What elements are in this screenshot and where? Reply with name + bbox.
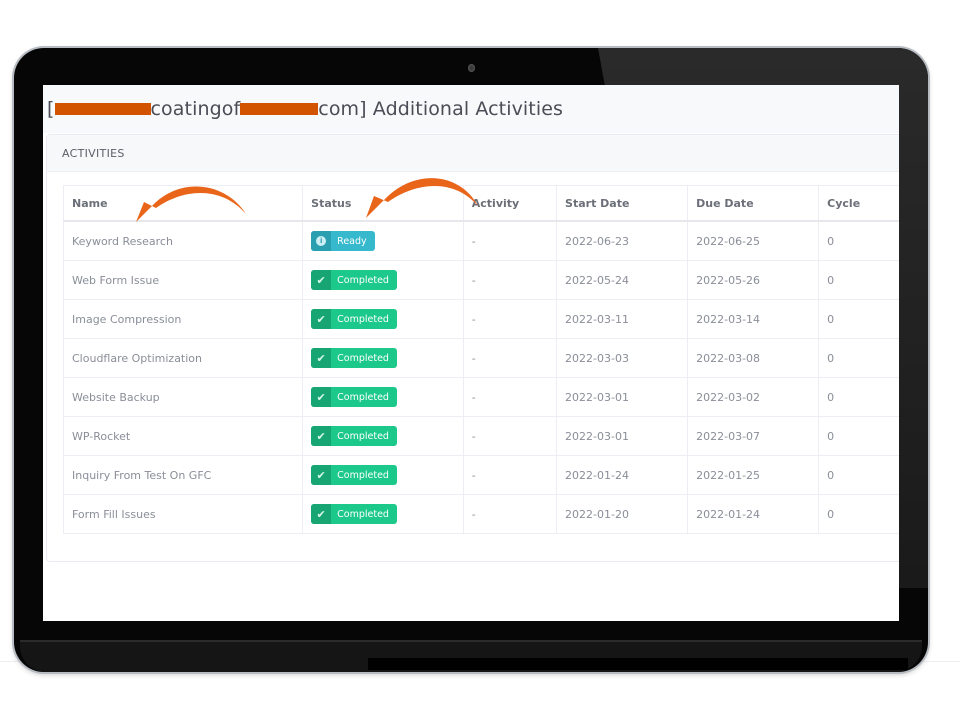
table-row[interactable]: Image Compression ✔ Completed -2022-03-11 20…: [62, 299, 899, 339]
cell-activity: -: [462, 377, 558, 417]
status-badge[interactable]: i Ready: [311, 231, 375, 251]
screen: [coatingof com] Additional Activities ACT…: [43, 85, 899, 621]
status-badge[interactable]: ✔ Completed: [311, 270, 397, 290]
table-row[interactable]: Cloudflare Optimization ✔ Completed -2022-0…: [62, 338, 899, 378]
cell-name[interactable]: Keyword Research: [62, 220, 304, 261]
cell-due-date: 2022-06-25: [687, 220, 820, 261]
cell-name[interactable]: Website Backup: [62, 377, 304, 417]
status-label: Completed: [337, 391, 389, 403]
cell-cycle: 0: [818, 455, 899, 495]
cell-cycle: 0: [818, 299, 899, 339]
column-header-cycle[interactable]: Cycle: [818, 185, 899, 222]
cell-status: ✔ Completed: [302, 416, 464, 456]
cell-name[interactable]: Cloudflare Optimization: [62, 338, 304, 378]
column-header-activity[interactable]: Activity: [462, 185, 558, 222]
cell-cycle: 0: [818, 260, 899, 300]
cell-activity: -: [462, 455, 558, 495]
column-header-status[interactable]: Status: [302, 185, 464, 222]
cell-cycle: 0: [818, 377, 899, 417]
page-title: [coatingof com] Additional Activities: [47, 98, 564, 120]
table-row[interactable]: Form Fill Issues ✔ Completed -2022-01-20 202…: [62, 494, 899, 534]
status-badge[interactable]: ✔ Completed: [311, 426, 397, 446]
redacted-text: [54, 102, 151, 115]
status-badge[interactable]: ✔ Completed: [311, 387, 397, 407]
cell-name[interactable]: WP-Rocket: [62, 416, 304, 456]
status-label: Completed: [337, 352, 389, 364]
status-badge[interactable]: ✔ Completed: [311, 348, 397, 368]
column-header-start-date[interactable]: Start Date: [556, 185, 689, 222]
cell-due-date: 2022-03-02: [687, 377, 820, 417]
cell-status: ✔ Completed: [302, 377, 464, 417]
status-label: Completed: [337, 313, 389, 325]
cell-start-date: 2022-05-24: [556, 260, 689, 300]
cell-due-date: 2022-05-26: [687, 260, 820, 300]
cell-start-date: 2022-03-01: [556, 377, 689, 417]
cell-activity: -: [462, 220, 558, 261]
status-label: Completed: [337, 508, 389, 520]
webcam-icon: [468, 64, 475, 72]
table-row[interactable]: WP-Rocket ✔ Completed -2022-03-01 2022-03-07…: [62, 416, 899, 456]
cell-name[interactable]: Web Form Issue: [62, 260, 304, 300]
cell-activity: -: [462, 494, 558, 534]
cell-start-date: 2022-01-20: [556, 494, 689, 534]
cell-status: ✔ Completed: [302, 299, 464, 339]
info-icon: i: [311, 231, 332, 251]
status-badge[interactable]: ✔ Completed: [311, 309, 397, 329]
column-header-due-date[interactable]: Due Date: [687, 185, 820, 222]
cell-status: ✔ Completed: [302, 455, 464, 495]
cell-cycle: 0: [818, 338, 899, 378]
status-label: Ready: [337, 235, 367, 247]
cell-due-date: 2022-01-25: [687, 455, 820, 495]
check-icon: ✔: [311, 504, 332, 524]
cell-status: ✔ Completed: [302, 260, 464, 300]
cell-cycle: 0: [818, 220, 899, 261]
status-label: Completed: [337, 430, 389, 442]
cell-cycle: 0: [818, 494, 899, 534]
cell-due-date: 2022-03-08: [687, 338, 820, 378]
activities-table: Name Status Activity Start Date Due Date…: [62, 185, 899, 534]
laptop-base: [20, 640, 922, 672]
cell-name[interactable]: Image Compression: [62, 299, 304, 339]
check-icon: ✔: [311, 465, 332, 485]
cell-name[interactable]: Inquiry From Test On GFC: [62, 455, 304, 495]
check-icon: ✔: [311, 348, 332, 368]
table-row[interactable]: Web Form Issue ✔ Completed -2022-05-24 2022-…: [62, 260, 899, 300]
page-header: [coatingof com] Additional Activities: [43, 85, 899, 133]
status-label: Completed: [337, 274, 389, 286]
check-icon: ✔: [311, 270, 332, 290]
cell-start-date: 2022-03-03: [556, 338, 689, 378]
cell-due-date: 2022-03-07: [687, 416, 820, 456]
cell-start-date: 2022-01-24: [556, 455, 689, 495]
cell-start-date: 2022-06-23: [556, 220, 689, 261]
cell-cycle: 0: [818, 416, 899, 456]
table-row[interactable]: Keyword Research i Ready -2022-06-23 2022-06…: [62, 220, 899, 261]
activities-card: ACTIVITIES Name Status Activity Start Da…: [46, 134, 899, 562]
check-icon: ✔: [311, 387, 332, 407]
cell-activity: -: [462, 260, 558, 300]
check-icon: ✔: [311, 309, 332, 329]
table-row[interactable]: Website Backup ✔ Completed -2022-03-01 2022-…: [62, 377, 899, 417]
cell-start-date: 2022-03-11: [556, 299, 689, 339]
cell-activity: -: [462, 299, 558, 339]
cell-due-date: 2022-03-14: [687, 299, 820, 339]
card-header: ACTIVITIES: [47, 135, 899, 172]
status-badge[interactable]: ✔ Completed: [311, 465, 397, 485]
cell-name[interactable]: Form Fill Issues: [62, 494, 304, 534]
table-row[interactable]: Inquiry From Test On GFC ✔ Completed -2022-…: [62, 455, 899, 495]
table-header-row: Name Status Activity Start Date Due Date…: [62, 185, 899, 222]
status-label: Completed: [337, 469, 389, 481]
cell-due-date: 2022-01-24: [687, 494, 820, 534]
redacted-text: [240, 102, 319, 115]
column-header-name[interactable]: Name: [62, 185, 304, 222]
check-icon: ✔: [311, 426, 332, 446]
cell-start-date: 2022-03-01: [556, 416, 689, 456]
cell-status: ✔ Completed: [302, 494, 464, 534]
status-badge[interactable]: ✔ Completed: [311, 504, 397, 524]
cell-status: ✔ Completed: [302, 338, 464, 378]
cell-status: i Ready: [302, 220, 464, 261]
cell-activity: -: [462, 338, 558, 378]
cell-activity: -: [462, 416, 558, 456]
